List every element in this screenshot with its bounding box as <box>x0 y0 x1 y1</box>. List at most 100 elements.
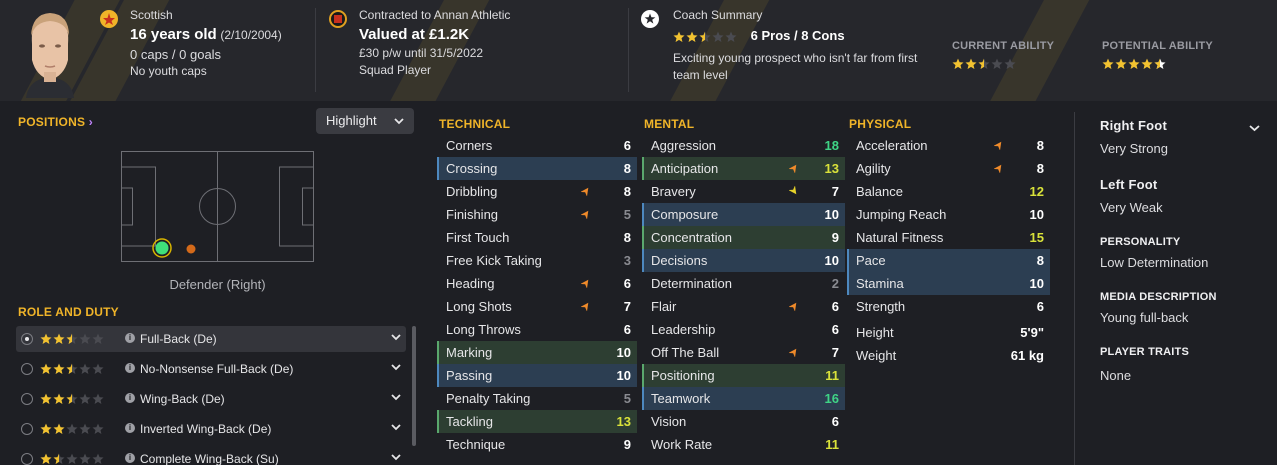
role-radio[interactable] <box>21 453 33 465</box>
chevron-down-icon[interactable] <box>1249 124 1260 132</box>
attribute-value: 6 <box>623 276 631 291</box>
potential-ability-stars <box>1102 58 1166 70</box>
chevron-down-icon[interactable] <box>390 361 402 373</box>
attribute-row[interactable]: First Touch 8 <box>437 226 637 249</box>
role-list-scrollbar[interactable] <box>412 326 416 446</box>
attribute-row[interactable]: Strength 6 <box>847 295 1050 318</box>
attribute-row[interactable]: Tackling 13 <box>437 410 637 433</box>
arrow-up-icon <box>581 279 589 288</box>
wage-info: £30 p/w until 31/5/2022 <box>359 46 484 60</box>
chevron-down-icon <box>394 118 404 125</box>
attribute-row[interactable]: Anticipation 13 <box>642 157 845 180</box>
attribute-row[interactable]: Pace 8 <box>847 249 1050 272</box>
attribute-value: 8 <box>623 161 631 176</box>
attribute-row[interactable]: Stamina 10 <box>847 272 1050 295</box>
chevron-down-icon[interactable] <box>390 331 402 343</box>
attribute-row[interactable]: Positioning 11 <box>642 364 845 387</box>
info-icon[interactable]: i <box>125 393 135 403</box>
star-icon <box>1102 58 1114 69</box>
attribute-value: 10 <box>824 253 839 268</box>
header-divider <box>315 8 316 92</box>
attribute-row[interactable]: Passing 10 <box>437 364 637 387</box>
attribute-value: 11 <box>825 437 839 452</box>
role-duty-title: ROLE AND DUTY <box>18 305 119 319</box>
attribute-row[interactable]: Balance 12 <box>847 180 1050 203</box>
attribute-row[interactable]: Work Rate 11 <box>642 433 845 456</box>
contract-club[interactable]: Contracted to Annan Athletic <box>359 8 510 22</box>
role-row[interactable]: i No-Nonsense Full-Back (De) <box>16 356 406 382</box>
attribute-value: 18 <box>824 138 839 153</box>
attribute-row[interactable]: Technique 9 <box>437 433 637 456</box>
attribute-row[interactable]: Finishing 5 <box>437 203 637 226</box>
info-icon[interactable]: i <box>125 423 135 433</box>
attribute-row[interactable]: Vision 6 <box>642 410 845 433</box>
personality-label: PERSONALITY <box>1100 236 1181 248</box>
chevron-down-icon[interactable] <box>390 391 402 403</box>
info-icon[interactable]: i <box>125 363 135 373</box>
star-icon <box>40 363 52 374</box>
position-pitch[interactable] <box>121 151 314 262</box>
star-icon <box>40 393 52 404</box>
role-name: Complete Wing-Back (Su) <box>140 452 279 465</box>
role-radio[interactable] <box>21 333 33 345</box>
attribute-row[interactable]: Long Throws 6 <box>437 318 637 341</box>
attribute-row[interactable]: Corners 6 <box>437 134 637 157</box>
attribute-row[interactable]: Bravery 7 <box>642 180 845 203</box>
attribute-value: 12 <box>1029 184 1044 199</box>
star-icon <box>79 363 91 374</box>
attribute-row[interactable]: Concentration 9 <box>642 226 845 249</box>
highlight-dropdown[interactable]: Highlight <box>316 108 414 134</box>
club-badge-icon <box>329 10 347 28</box>
attribute-row[interactable]: Aggression 18 <box>642 134 845 157</box>
attribute-row[interactable]: Penalty Taking 5 <box>437 387 637 410</box>
attribute-value: 13 <box>824 161 839 176</box>
attribute-row[interactable]: Agility 8 <box>847 157 1050 180</box>
attribute-row[interactable]: Determination 2 <box>642 272 845 295</box>
star-icon <box>1154 58 1166 69</box>
right-foot-label: Right Foot <box>1100 118 1167 133</box>
attribute-row[interactable]: Acceleration 8 <box>847 134 1050 157</box>
personality-value[interactable]: Low Determination <box>1100 255 1208 270</box>
squad-status: Squad Player <box>359 63 432 77</box>
attribute-value: 10 <box>1029 276 1044 291</box>
attribute-row[interactable]: Natural Fitness 15 <box>847 226 1050 249</box>
attribute-row[interactable]: Off The Ball 7 <box>642 341 845 364</box>
attribute-row[interactable]: Heading 6 <box>437 272 637 295</box>
attribute-row[interactable]: Teamwork 16 <box>642 387 845 410</box>
attribute-row[interactable]: Leadership 6 <box>642 318 845 341</box>
attribute-row[interactable]: Free Kick Taking 3 <box>437 249 637 272</box>
attribute-row[interactable]: Flair 6 <box>642 295 845 318</box>
star-icon <box>40 333 52 344</box>
attribute-value: 7 <box>831 184 839 199</box>
nationality[interactable]: Scottish <box>130 8 282 22</box>
attribute-row[interactable]: Decisions 10 <box>642 249 845 272</box>
coach-summary-title[interactable]: Coach Summary <box>673 8 917 22</box>
info-icon[interactable]: i <box>125 453 135 463</box>
role-row[interactable]: i Full-Back (De) <box>16 326 406 352</box>
attribute-row[interactable]: Marking 10 <box>437 341 637 364</box>
star-badge-icon <box>641 10 659 28</box>
role-row[interactable]: i Complete Wing-Back (Su) <box>16 446 406 465</box>
chevron-down-icon[interactable] <box>390 421 402 433</box>
role-row[interactable]: i Inverted Wing-Back (De) <box>16 416 406 442</box>
attribute-row[interactable]: Jumping Reach 10 <box>847 203 1050 226</box>
date-of-birth: (2/10/2004) <box>220 28 282 42</box>
role-name: Inverted Wing-Back (De) <box>140 422 272 436</box>
attribute-row[interactable]: Composure 10 <box>642 203 845 226</box>
attribute-row[interactable]: Crossing 8 <box>437 157 637 180</box>
role-row[interactable]: i Wing-Back (De) <box>16 386 406 412</box>
natural-position-marker <box>152 238 172 258</box>
attribute-value: 10 <box>824 207 839 222</box>
role-radio[interactable] <box>21 393 33 405</box>
info-icon[interactable]: i <box>125 333 135 343</box>
star-icon <box>40 423 52 434</box>
role-radio[interactable] <box>21 363 33 375</box>
chevron-down-icon[interactable] <box>390 451 402 463</box>
positions-title[interactable]: POSITIONS › <box>18 115 93 129</box>
role-radio[interactable] <box>21 423 33 435</box>
star-icon <box>92 423 104 434</box>
player-avatar[interactable] <box>18 10 82 98</box>
attribute-row[interactable]: Long Shots 7 <box>437 295 637 318</box>
star-icon <box>66 453 78 464</box>
attribute-row[interactable]: Dribbling 8 <box>437 180 637 203</box>
